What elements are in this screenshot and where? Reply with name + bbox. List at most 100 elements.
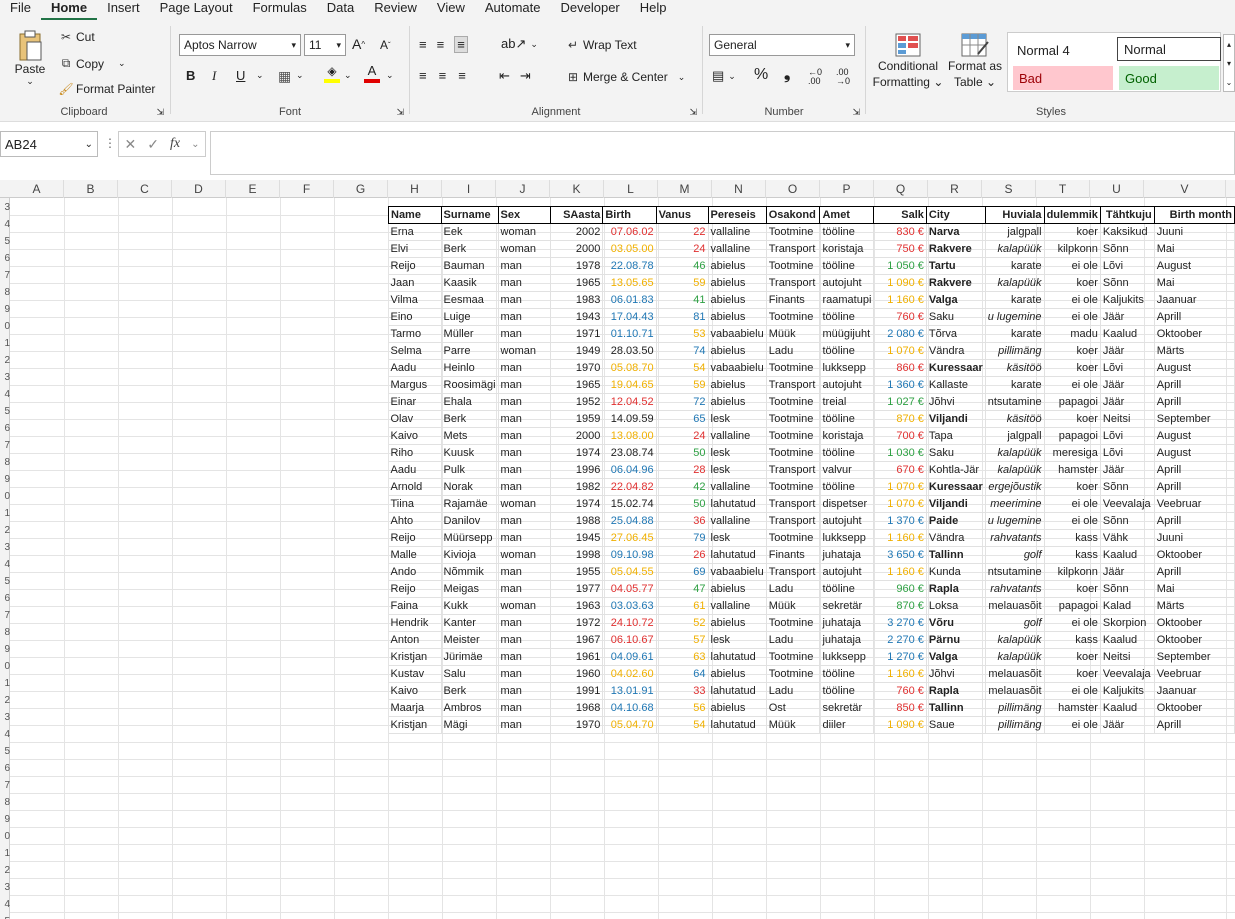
- indent-buttons[interactable]: ⇤ ⇥: [499, 68, 541, 84]
- table-cell[interactable]: Valga: [926, 648, 986, 666]
- table-cell[interactable]: Heinlo: [441, 359, 499, 377]
- paste-button[interactable]: Paste ⌄: [12, 28, 48, 87]
- table-cell[interactable]: Müük: [766, 597, 821, 615]
- menu-developer[interactable]: Developer: [551, 0, 630, 20]
- table-cell[interactable]: tööline: [819, 410, 875, 428]
- row-header[interactable]: 0: [0, 488, 10, 505]
- table-cell[interactable]: 1 360 €: [873, 376, 927, 394]
- table-cell[interactable]: 1959: [550, 410, 604, 428]
- column-header-G[interactable]: G: [334, 180, 388, 198]
- table-cell[interactable]: Kaalud: [1100, 699, 1155, 717]
- row-header[interactable]: 1: [0, 335, 10, 352]
- dialog-launcher-icon[interactable]: ⇲: [156, 107, 164, 118]
- table-cell[interactable]: sekretär: [819, 597, 875, 615]
- table-cell[interactable]: ei ole: [1044, 682, 1101, 700]
- row-header[interactable]: 6: [0, 420, 10, 437]
- row-header[interactable]: 3: [0, 709, 10, 726]
- formula-input[interactable]: [210, 131, 1235, 175]
- table-cell[interactable]: man: [498, 631, 551, 649]
- table-cell[interactable]: Tootmine: [766, 427, 821, 445]
- table-cell[interactable]: Jäär: [1100, 716, 1155, 734]
- insert-function-icon[interactable]: fx: [170, 136, 180, 152]
- table-cell[interactable]: Oktoober: [1154, 631, 1235, 649]
- row-header[interactable]: 8: [0, 454, 10, 471]
- table-cell[interactable]: Transport: [766, 240, 821, 258]
- table-cell[interactable]: lesk: [708, 529, 767, 547]
- table-cell[interactable]: Jäär: [1100, 461, 1155, 479]
- table-cell[interactable]: 52: [656, 614, 709, 632]
- row-header[interactable]: 1: [0, 675, 10, 692]
- table-cell[interactable]: abielus: [708, 308, 767, 326]
- table-cell[interactable]: Tallinn: [926, 546, 986, 564]
- table-cell[interactable]: 28: [656, 461, 709, 479]
- row-header[interactable]: 4: [0, 896, 10, 913]
- table-cell[interactable]: vallaline: [708, 427, 767, 445]
- table-cell[interactable]: 2000: [550, 240, 604, 258]
- table-cell[interactable]: Transport: [766, 512, 821, 530]
- table-header-cell[interactable]: Sex: [497, 206, 551, 224]
- align-bottom-icon[interactable]: ≡: [454, 36, 468, 53]
- font-color-dropdown-icon[interactable]: ⌄: [386, 70, 394, 81]
- grow-font-button[interactable]: A ^: [352, 36, 365, 52]
- font-name-select[interactable]: Aptos Narrow ▾: [179, 34, 301, 56]
- table-cell[interactable]: Lõvi: [1100, 359, 1155, 377]
- table-cell[interactable]: 26: [656, 546, 709, 564]
- table-cell[interactable]: vabaabielu: [708, 563, 767, 581]
- table-cell[interactable]: abielus: [708, 580, 767, 598]
- table-cell[interactable]: Vilma: [388, 291, 442, 309]
- table-cell[interactable]: 1 090 €: [873, 716, 927, 734]
- column-header-P[interactable]: P: [820, 180, 874, 198]
- table-cell[interactable]: man: [498, 563, 551, 581]
- table-cell[interactable]: 1991: [550, 682, 604, 700]
- menu-view[interactable]: View: [427, 0, 475, 20]
- table-cell[interactable]: 1 090 €: [873, 274, 927, 292]
- table-cell[interactable]: Müürsepp: [441, 529, 499, 547]
- table-cell[interactable]: woman: [498, 597, 551, 615]
- table-cell[interactable]: 1965: [550, 274, 604, 292]
- table-cell[interactable]: vallaline: [708, 512, 767, 530]
- align-center-icon[interactable]: ≡: [439, 68, 459, 83]
- table-cell[interactable]: ntsutamine: [985, 393, 1045, 411]
- table-cell[interactable]: tööline: [819, 682, 875, 700]
- table-cell[interactable]: Tootmine: [766, 648, 821, 666]
- table-cell[interactable]: 22.04.82: [602, 478, 657, 496]
- increase-decimal-button[interactable]: ←0.00: [808, 68, 822, 86]
- table-cell[interactable]: Oktoober: [1154, 546, 1235, 564]
- table-cell[interactable]: Transport: [766, 495, 821, 513]
- table-cell[interactable]: 46: [656, 257, 709, 275]
- table-cell[interactable]: Jäär: [1100, 563, 1155, 581]
- table-cell[interactable]: 59: [656, 274, 709, 292]
- table-cell[interactable]: 72: [656, 393, 709, 411]
- table-cell[interactable]: 22: [656, 223, 709, 241]
- table-cell[interactable]: man: [498, 359, 551, 377]
- row-header[interactable]: 9: [0, 471, 10, 488]
- table-cell[interactable]: Jaanuar: [1154, 682, 1235, 700]
- table-cell[interactable]: ergejõustik: [985, 478, 1045, 496]
- table-cell[interactable]: juhataja: [819, 631, 875, 649]
- table-cell[interactable]: 56: [656, 699, 709, 717]
- table-cell[interactable]: 24: [656, 427, 709, 445]
- table-cell[interactable]: Sõnn: [1100, 478, 1155, 496]
- table-cell[interactable]: 870 €: [873, 410, 927, 428]
- table-cell[interactable]: Tootmine: [766, 478, 821, 496]
- table-cell[interactable]: 3 650 €: [873, 546, 927, 564]
- table-cell[interactable]: abielus: [708, 393, 767, 411]
- table-cell[interactable]: karate: [985, 257, 1045, 275]
- table-cell[interactable]: Tootmine: [766, 308, 821, 326]
- table-cell[interactable]: abielus: [708, 614, 767, 632]
- paste-dropdown-icon[interactable]: ⌄: [26, 76, 34, 87]
- align-left-icon[interactable]: ≡: [419, 68, 439, 83]
- table-cell[interactable]: Tootmine: [766, 359, 821, 377]
- table-cell[interactable]: koer: [1044, 274, 1101, 292]
- table-cell[interactable]: pillimäng: [985, 342, 1045, 360]
- table-cell[interactable]: Jaanuar: [1154, 291, 1235, 309]
- table-cell[interactable]: Ambros: [441, 699, 499, 717]
- table-cell[interactable]: Kristjan: [388, 648, 442, 666]
- table-cell[interactable]: 760 €: [873, 308, 927, 326]
- table-cell[interactable]: Tiina: [388, 495, 442, 513]
- row-header[interactable]: 4: [0, 216, 10, 233]
- table-cell[interactable]: 760 €: [873, 682, 927, 700]
- table-cell[interactable]: Erna: [388, 223, 442, 241]
- column-header-K[interactable]: K: [550, 180, 604, 198]
- table-cell[interactable]: Märts: [1154, 342, 1235, 360]
